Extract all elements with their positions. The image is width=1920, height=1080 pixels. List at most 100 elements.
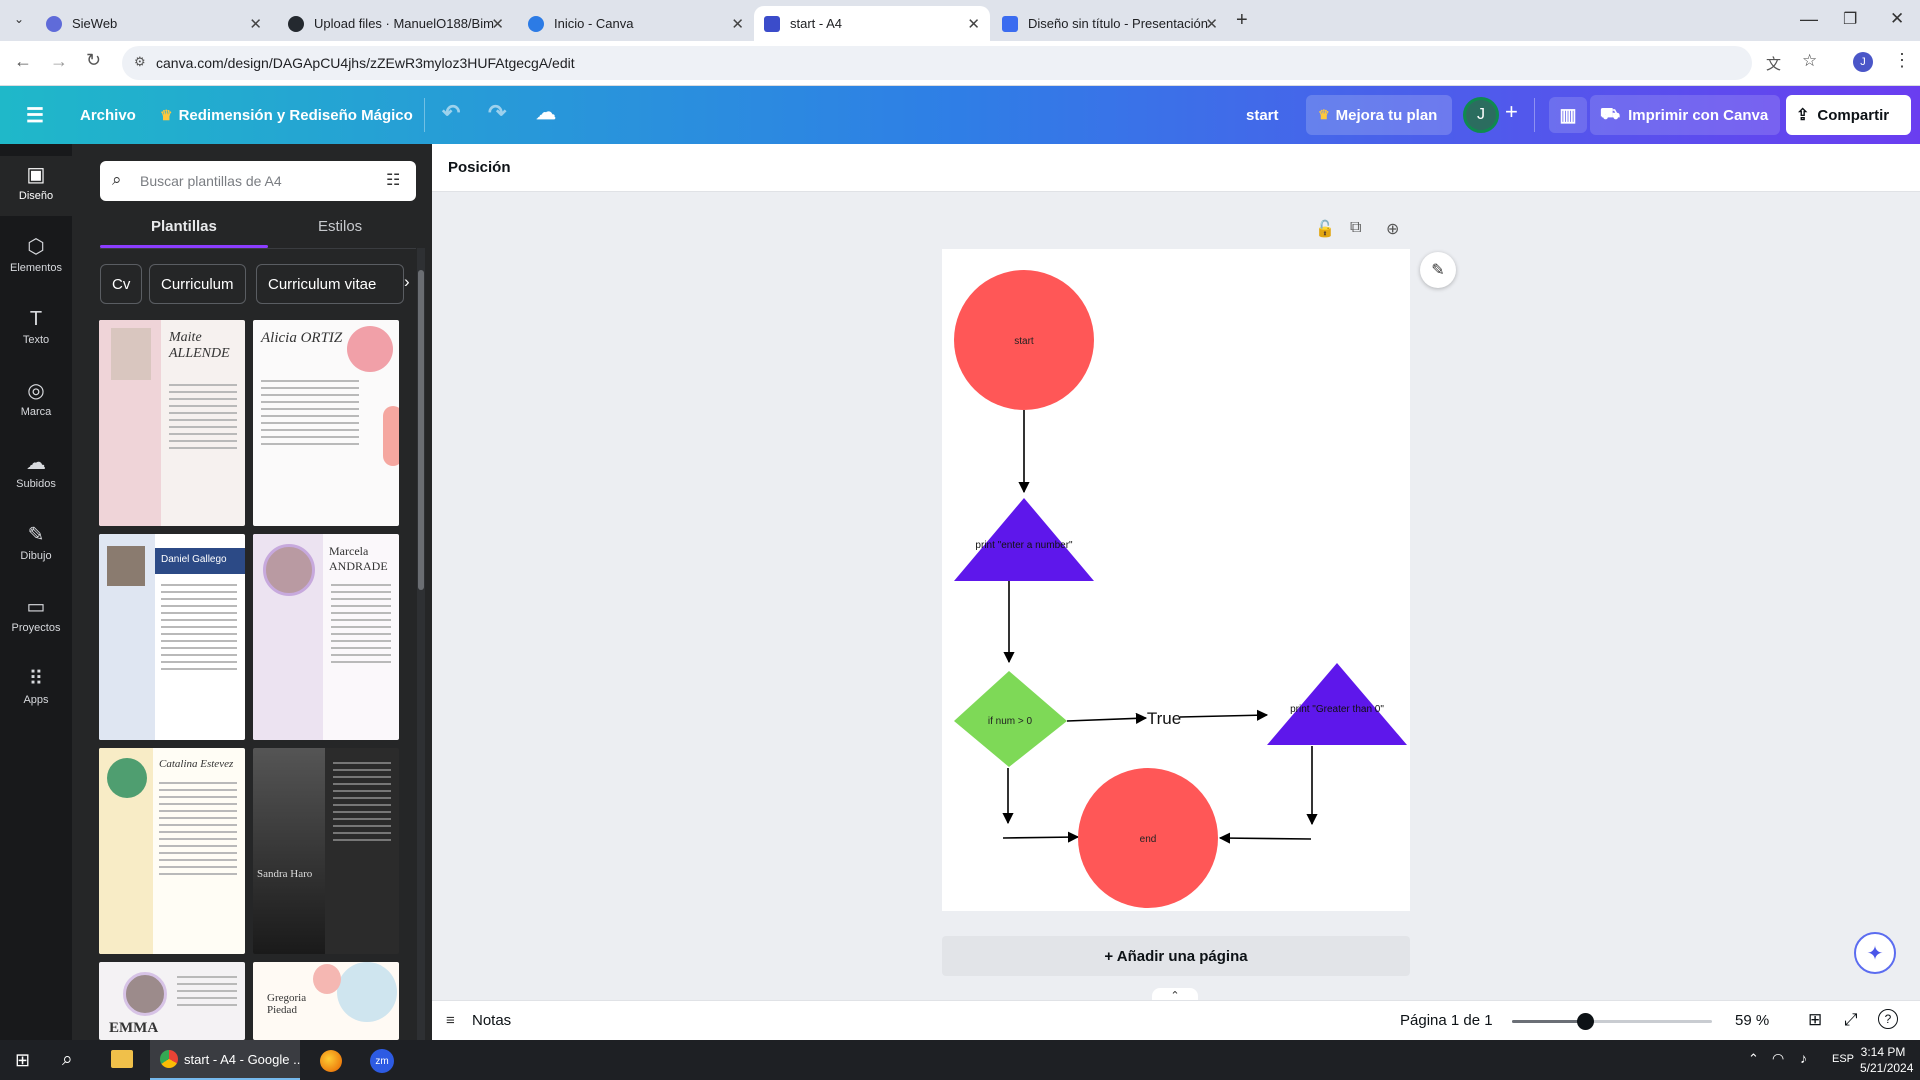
- tab-styles[interactable]: Estilos: [318, 218, 362, 235]
- arrow-left-to-end[interactable]: [1002, 831, 1080, 843]
- rail-item-text[interactable]: T Texto: [0, 300, 72, 360]
- browser-tab-sieweb[interactable]: SieWeb ✕: [36, 6, 272, 41]
- grid-view-icon[interactable]: ⊞: [1808, 1010, 1822, 1030]
- windows-start-icon[interactable]: ⊞: [15, 1050, 30, 1071]
- filter-chip-curriculum[interactable]: Curriculum: [149, 264, 246, 304]
- rail-item-uploads[interactable]: ☁ Subidos: [0, 444, 72, 504]
- language-indicator[interactable]: ESP: [1832, 1053, 1854, 1065]
- back-icon[interactable]: ←: [14, 51, 32, 72]
- arrow-decision-to-true[interactable]: [1066, 712, 1148, 724]
- template-card[interactable]: EMMA: [99, 962, 245, 1040]
- hamburger-menu-icon[interactable]: ☰: [26, 103, 44, 128]
- collaborator-avatar[interactable]: J: [1463, 97, 1499, 133]
- close-tab-icon[interactable]: ✕: [1205, 15, 1218, 33]
- page-indicator[interactable]: Página 1 de 1: [1400, 1012, 1493, 1029]
- add-page-icon[interactable]: ⊕: [1386, 219, 1399, 239]
- template-photo: [123, 972, 167, 1016]
- profile-avatar[interactable]: J: [1853, 52, 1873, 72]
- address-bar[interactable]: ⚙ canva.com/design/DAGApCU4jhs/zZEwR3myl…: [122, 46, 1781, 80]
- search-placeholder: Buscar plantillas de A4: [140, 173, 282, 189]
- design-page[interactable]: start print "enter a number" if num > 0 …: [942, 249, 1410, 911]
- browser-tab-presentation[interactable]: Diseño sin título - Presentación ✕: [992, 6, 1228, 41]
- taskbar-chrome-button[interactable]: start - A4 - Google ...: [150, 1040, 300, 1080]
- template-card[interactable]: Alicia ORTIZ: [253, 320, 399, 526]
- template-card[interactable]: Daniel Gallego: [99, 534, 245, 740]
- file-menu-button[interactable]: Archivo: [80, 95, 136, 135]
- template-card[interactable]: Marcela ANDRADE: [253, 534, 399, 740]
- rail-item-projects[interactable]: ▭ Proyectos: [0, 588, 72, 648]
- template-search-input[interactable]: ⌕ Buscar plantillas de A4 ☷: [100, 161, 416, 201]
- filter-sliders-icon[interactable]: ☷: [386, 170, 400, 190]
- close-tab-icon[interactable]: ✕: [249, 15, 262, 33]
- left-nav-rail: ▣ Diseño ⬡ Elementos T Texto ◎ Marca ☁ S…: [0, 144, 72, 1040]
- redo-icon[interactable]: ↷: [488, 100, 506, 126]
- clock-time[interactable]: 3:14 PM: [1860, 1045, 1906, 1059]
- undo-icon[interactable]: ↶: [442, 100, 460, 126]
- forward-icon[interactable]: →: [50, 51, 68, 72]
- zoom-slider[interactable]: [1512, 1013, 1712, 1030]
- document-title[interactable]: start: [1246, 95, 1279, 135]
- lock-icon[interactable]: 🔓: [1315, 219, 1335, 239]
- tab-templates[interactable]: Plantillas: [151, 218, 217, 235]
- print-label: Imprimir con Canva: [1628, 106, 1769, 124]
- close-tab-icon[interactable]: ✕: [491, 15, 504, 33]
- clock-date[interactable]: 5/21/2024: [1860, 1061, 1913, 1075]
- magic-resize-button[interactable]: ♛ Redimensión y Rediseño Mágico: [160, 95, 413, 135]
- file-explorer-icon[interactable]: [111, 1050, 133, 1068]
- upgrade-plan-button[interactable]: ♛ Mejora tu plan: [1306, 95, 1452, 135]
- add-page-button[interactable]: + Añadir una página: [942, 936, 1410, 976]
- share-button[interactable]: ⇪ Compartir: [1786, 95, 1911, 135]
- cloud-saved-icon[interactable]: ☁: [536, 100, 556, 125]
- browser-tab-active-design[interactable]: start - A4 ✕: [754, 6, 990, 41]
- fullscreen-icon[interactable]: ⤢: [1844, 1010, 1858, 1030]
- flowchart-svg: start print "enter a number" if num > 0 …: [954, 270, 1407, 908]
- rail-item-brand[interactable]: ◎ Marca: [0, 372, 72, 432]
- print-with-canva-button[interactable]: ⛟ Imprimir con Canva: [1590, 95, 1780, 135]
- panel-scrollbar-thumb[interactable]: [418, 270, 424, 590]
- rail-item-apps[interactable]: ⠿ Apps: [0, 660, 72, 720]
- minimize-icon[interactable]: —: [1800, 9, 1818, 30]
- close-window-icon[interactable]: ✕: [1890, 9, 1904, 29]
- zoom-app-icon[interactable]: zm: [370, 1049, 394, 1073]
- invite-plus-icon[interactable]: +: [1505, 99, 1518, 125]
- zoom-level[interactable]: 59 %: [1735, 1012, 1769, 1029]
- notes-button[interactable]: Notas: [472, 1012, 511, 1029]
- translate-icon[interactable]: 文: [1766, 53, 1781, 74]
- rail-item-elements[interactable]: ⬡ Elementos: [0, 228, 72, 288]
- position-button[interactable]: Posición: [448, 159, 511, 176]
- volume-icon[interactable]: ♪: [1800, 1050, 1807, 1066]
- search-icon[interactable]: ⌕: [62, 1049, 73, 1071]
- browser-tab-github[interactable]: Upload files · ManuelO188/Bim ✕: [278, 6, 514, 41]
- browser-tab-canva-home[interactable]: Inicio - Canva ✕: [518, 6, 754, 41]
- show-hidden-icons-chevron-icon[interactable]: ⌃: [1748, 1051, 1759, 1067]
- reload-icon[interactable]: ↻: [86, 50, 101, 71]
- template-card[interactable]: Catalina Estevez: [99, 748, 245, 954]
- new-tab-icon[interactable]: +: [1236, 9, 1248, 32]
- filter-chip-cv[interactable]: Cv: [100, 264, 143, 304]
- close-tab-icon[interactable]: ✕: [731, 15, 744, 33]
- browser-menu-icon[interactable]: ⋮: [1893, 50, 1911, 71]
- site-info-icon[interactable]: ⚙: [134, 54, 146, 70]
- rail-item-draw[interactable]: ✎ Dibujo: [0, 516, 72, 576]
- chevron-right-icon[interactable]: ›: [404, 272, 410, 292]
- help-icon[interactable]: ?: [1878, 1009, 1898, 1029]
- arrow-right-to-end[interactable]: [1218, 832, 1312, 844]
- magic-assistant-sparkle-icon[interactable]: ✦: [1854, 932, 1896, 974]
- arrow-true-to-output[interactable]: [1179, 709, 1269, 721]
- template-text-lines: [333, 762, 391, 846]
- restore-icon[interactable]: ❐: [1843, 9, 1857, 29]
- template-card[interactable]: Maite ALLENDE: [99, 320, 245, 526]
- insights-chart-icon[interactable]: ▥: [1549, 97, 1587, 133]
- zoom-slider-thumb[interactable]: [1577, 1013, 1594, 1030]
- rail-item-design[interactable]: ▣ Diseño: [0, 156, 72, 216]
- template-card[interactable]: Gregoria Piedad: [253, 962, 399, 1040]
- add-comment-icon[interactable]: ✎: [1420, 252, 1456, 288]
- wifi-icon[interactable]: ◠: [1772, 1050, 1784, 1067]
- firefox-icon[interactable]: [320, 1050, 342, 1072]
- template-card[interactable]: Sandra Haro: [253, 748, 399, 954]
- bookmark-star-icon[interactable]: ☆: [1802, 51, 1817, 71]
- duplicate-page-icon[interactable]: ⧉: [1350, 219, 1361, 237]
- tab-search-chevron-icon[interactable]: ⌄: [14, 12, 24, 26]
- close-tab-icon[interactable]: ✕: [967, 15, 980, 33]
- filter-chip-curriculum-vitae[interactable]: Curriculum vitae: [256, 264, 404, 304]
